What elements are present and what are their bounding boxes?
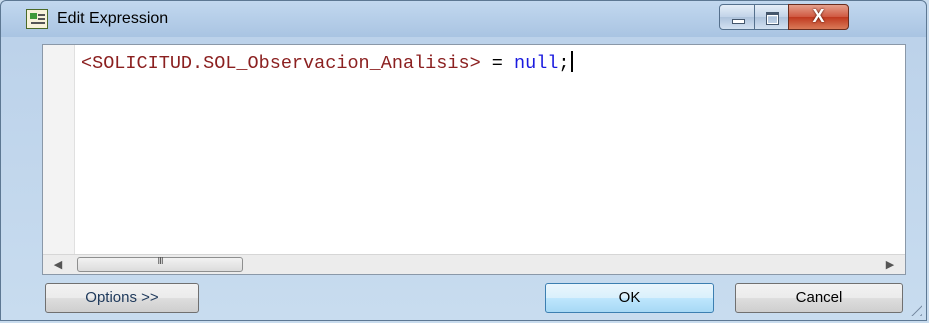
expression-editor[interactable]: <SOLICITUD.SOL_Observacion_Analisis> = n…: [42, 44, 906, 275]
scroll-left-arrow-icon[interactable]: ◀: [49, 257, 67, 273]
expression-editor-icon: [26, 9, 48, 29]
ok-button[interactable]: OK: [545, 283, 714, 313]
expression-code-line[interactable]: <SOLICITUD.SOL_Observacion_Analisis> = n…: [81, 51, 573, 74]
cancel-button[interactable]: Cancel: [735, 283, 903, 313]
options-button[interactable]: Options >>: [45, 283, 199, 313]
maximize-button[interactable]: [754, 4, 789, 30]
editor-gutter: [43, 45, 75, 255]
close-icon: X: [812, 6, 825, 26]
code-operator: =: [480, 53, 514, 74]
code-keyword: null: [513, 53, 559, 74]
minimize-button[interactable]: [719, 4, 755, 30]
edit-expression-dialog: Edit Expression X <SOLICITUD.SOL_Observa…: [0, 0, 927, 321]
horizontal-scrollbar[interactable]: ◀ III ▶: [43, 254, 905, 274]
title-bar[interactable]: Edit Expression X: [1, 1, 926, 37]
code-terminator: ;: [558, 53, 570, 74]
text-caret: [570, 51, 573, 72]
scroll-right-arrow-icon[interactable]: ▶: [881, 257, 899, 273]
scrollbar-thumb[interactable]: III: [77, 256, 243, 272]
scroll-thumb-grip-icon: III: [157, 256, 163, 267]
resize-grip-icon[interactable]: [906, 300, 922, 316]
close-button[interactable]: X: [788, 4, 849, 30]
code-field-reference: <SOLICITUD.SOL_Observacion_Analisis>: [81, 53, 481, 74]
window-title: Edit Expression: [57, 10, 169, 27]
